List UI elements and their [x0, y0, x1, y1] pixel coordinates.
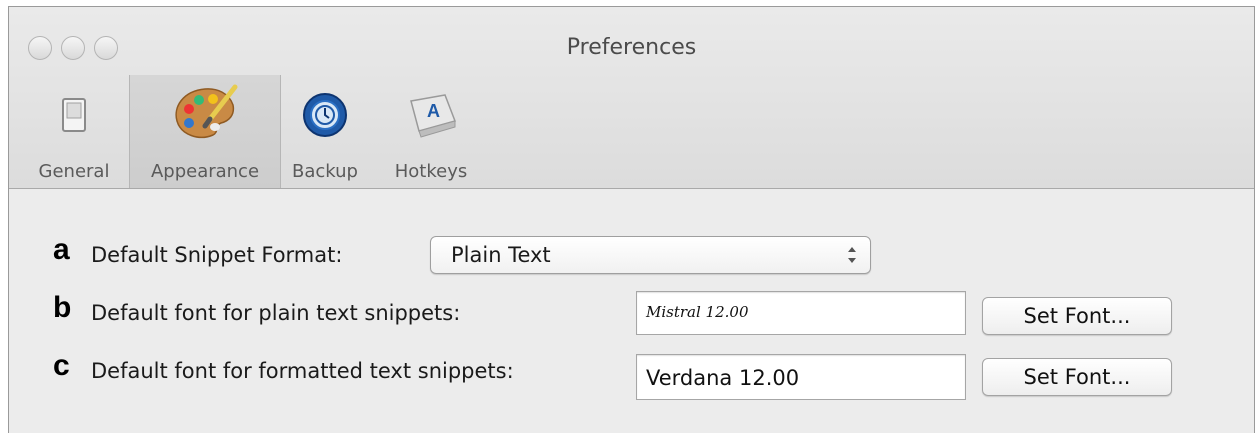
- paint-palette-icon: [130, 83, 280, 147]
- svg-text:A: A: [427, 101, 440, 121]
- plain-font-value: Mistral 12.00: [646, 303, 749, 321]
- plain-font-label: Default font for plain text snippets:: [91, 301, 461, 325]
- snippet-format-label: Default Snippet Format:: [91, 243, 343, 267]
- row-marker-c: c: [53, 349, 70, 382]
- snippet-format-value: Plain Text: [451, 243, 551, 267]
- tab-general[interactable]: General: [19, 75, 129, 188]
- tab-appearance[interactable]: Appearance: [129, 75, 281, 188]
- formatted-font-label: Default font for formatted text snippets…: [91, 359, 514, 383]
- set-plain-font-button[interactable]: Set Font...: [982, 297, 1172, 335]
- set-formatted-font-button[interactable]: Set Font...: [982, 358, 1172, 396]
- preferences-window: Preferences General Appearance Backup A …: [8, 6, 1255, 433]
- row-marker-a: a: [53, 233, 70, 266]
- window-title: Preferences: [566, 35, 697, 60]
- formatted-font-value: Verdana 12.00: [646, 366, 800, 390]
- tab-label: General: [38, 161, 110, 182]
- tab-hotkeys[interactable]: A Hotkeys: [381, 75, 481, 188]
- tab-label: Backup: [292, 161, 358, 182]
- time-machine-icon: [283, 83, 367, 147]
- popup-arrows-icon: [846, 243, 858, 267]
- tab-label: Appearance: [150, 161, 260, 182]
- toolbar: Preferences General Appearance Backup A …: [9, 7, 1254, 189]
- row-marker-b: b: [53, 291, 72, 324]
- tab-label: Hotkeys: [394, 161, 468, 182]
- toggle-switch-icon: [19, 83, 129, 147]
- plain-font-field[interactable]: Mistral 12.00: [636, 291, 966, 335]
- snippet-format-popup[interactable]: Plain Text: [430, 236, 871, 274]
- keyboard-key-icon: A: [381, 83, 481, 147]
- formatted-font-field[interactable]: Verdana 12.00: [636, 354, 966, 400]
- tab-backup[interactable]: Backup: [283, 75, 367, 188]
